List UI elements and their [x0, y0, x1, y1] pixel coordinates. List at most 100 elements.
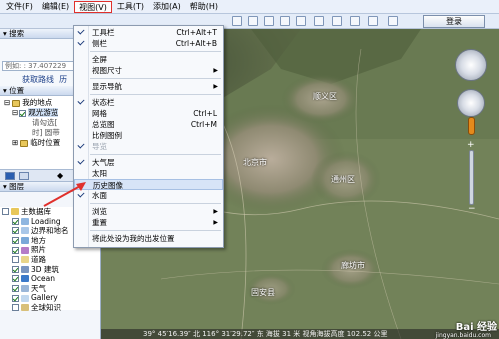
view-menu-item[interactable]: 网格 Ctrl+L [74, 108, 223, 119]
view-menu-item-label: 工具栏 [92, 28, 115, 37]
layer-checkbox[interactable] [12, 285, 19, 293]
layer-checkbox[interactable] [12, 256, 19, 264]
layer-row[interactable]: 道路 [0, 255, 100, 265]
view-menu-item-label: 浏览 [92, 207, 107, 216]
route-link[interactable]: 获取路线 历 [22, 74, 67, 85]
layer-row[interactable]: Ocean [0, 274, 100, 284]
layer-checkbox[interactable] [12, 265, 19, 273]
up-arrow-icon[interactable]: ◆ [57, 172, 67, 180]
menu-0[interactable]: 文件(F) [2, 1, 37, 13]
view-menu-item[interactable]: 工具栏 Ctrl+Alt+T [74, 27, 223, 38]
menu-3[interactable]: 工具(T) [113, 1, 148, 13]
zoom-slider[interactable] [469, 150, 474, 205]
toolbar-placemark-icon[interactable] [248, 16, 258, 26]
toolbar-hide-sidebar-icon[interactable] [232, 16, 242, 26]
layer-icon [21, 246, 29, 254]
view-menu-item[interactable]: 状态栏 [74, 97, 223, 108]
layer-row[interactable]: 全球知识 [0, 303, 100, 313]
view-menu-item[interactable]: 侧栏 Ctrl+Alt+B [74, 38, 223, 49]
view-menu-item-label: 太阳 [92, 169, 107, 178]
view-menu-item[interactable]: 太阳 [74, 168, 223, 179]
layer-icon [11, 208, 19, 216]
view-menu-item[interactable]: 视图尺寸 ▶ [74, 65, 223, 76]
layer-checkbox[interactable] [12, 294, 19, 302]
menu-2[interactable]: 视图(V) [74, 0, 112, 13]
view-menu-item[interactable]: 总览图 Ctrl+M [74, 119, 223, 130]
layer-checkbox[interactable] [2, 208, 9, 216]
street-view-pegman-icon[interactable] [468, 117, 475, 135]
toolbar-planet-icon[interactable] [368, 16, 378, 26]
toolbar-sun-icon[interactable] [350, 16, 360, 26]
menu-5[interactable]: 帮助(H) [186, 1, 222, 13]
view-menu-item-label: 比例图例 [92, 131, 122, 140]
view-menu-item-label: 将此处设为我的出发位置 [92, 234, 175, 243]
map-label-guan[interactable]: 固安县 [251, 287, 275, 298]
view-menu-item[interactable]: 浏览 ▶ [74, 206, 223, 217]
layer-row[interactable]: 天气 [0, 284, 100, 294]
menu-4[interactable]: 添加(A) [149, 1, 185, 13]
submenu-arrow-icon: ▶ [213, 208, 218, 215]
view-menu-item[interactable]: 将此处设为我的出发位置 [74, 233, 223, 244]
list-view-icon[interactable] [19, 172, 29, 180]
view-menu-item[interactable]: 显示导航 ▶ [74, 81, 223, 92]
check-icon [77, 27, 85, 35]
search-places-icon[interactable] [5, 172, 15, 180]
toolbar-overlay-icon[interactable] [296, 16, 306, 26]
toolbar-tour-icon[interactable] [314, 16, 324, 26]
menu-separator [90, 203, 221, 204]
layer-icon [21, 227, 29, 235]
map-label-beijing[interactable]: 北京市 [243, 157, 267, 168]
layer-checkbox[interactable] [12, 246, 19, 254]
menu-1[interactable]: 编辑(E) [38, 1, 73, 13]
toolbar-polygon-icon[interactable] [264, 16, 274, 26]
zoom-out-icon[interactable]: − [468, 204, 476, 214]
history-link[interactable]: 历 [59, 75, 67, 84]
view-menu-item-label: 侧栏 [92, 39, 107, 48]
menu-separator [90, 94, 221, 95]
menu-separator [90, 51, 221, 52]
layer-label: 道路 [31, 254, 46, 264]
view-menu-item[interactable]: 重置 ▶ [74, 217, 223, 228]
view-menu-item[interactable]: 历史图像 [74, 179, 223, 190]
view-menu-item-label: 水面 [92, 191, 107, 200]
view-menu-item-label: 状态栏 [92, 98, 115, 107]
map-label-langfang[interactable]: 廊坊市 [341, 260, 365, 271]
layer-checkbox[interactable] [12, 217, 19, 225]
view-menu-item-label: 全屏 [92, 55, 107, 64]
layer-label: Ocean [31, 274, 55, 284]
layer-row[interactable]: Gallery [0, 293, 100, 303]
layer-label: 全球知识 [31, 302, 61, 312]
layer-icon [21, 275, 29, 283]
view-menu-item-label: 大气层 [92, 158, 115, 167]
map-label-tongzhou[interactable]: 通州区 [331, 174, 355, 185]
check-icon [77, 38, 85, 46]
layer-checkbox[interactable] [12, 237, 19, 245]
view-menu: 工具栏 Ctrl+Alt+T 侧栏 Ctrl+Alt+B 全屏 视图尺寸 ▶ 显示导航 ▶ 状态栏… [73, 25, 224, 248]
view-menu-item[interactable]: 全屏 [74, 54, 223, 65]
menu-separator [90, 154, 221, 155]
watermark-logo: Bai 经验 [455, 322, 497, 333]
map-label-shunyi[interactable]: 顺义区 [313, 91, 337, 102]
route-label[interactable]: 获取路线 [22, 75, 54, 84]
login-button[interactable]: 登录 [423, 15, 485, 28]
view-menu-item-label: 网格 [92, 109, 107, 118]
toolbar-path-icon[interactable] [280, 16, 290, 26]
view-menu-item[interactable]: 比例图例 [74, 130, 223, 141]
toolbar-clock-icon[interactable] [332, 16, 342, 26]
layer-checkbox[interactable] [12, 275, 19, 283]
view-menu-item[interactable]: 水面 [74, 190, 223, 201]
layer-icon [21, 285, 29, 293]
shortcut-label: Ctrl+M [190, 120, 217, 129]
toolbar-ruler-icon[interactable] [388, 16, 398, 26]
move-navigation-control[interactable] [457, 89, 485, 117]
submenu-arrow-icon: ▶ [213, 219, 218, 226]
layer-row[interactable]: 3D 建筑 [0, 265, 100, 275]
zoom-in-icon[interactable]: + [467, 140, 475, 150]
layer-label: 3D 建筑 [31, 264, 59, 274]
layer-icon [21, 304, 29, 312]
layer-checkbox[interactable] [12, 227, 19, 235]
view-menu-item[interactable]: 大气层 [74, 157, 223, 168]
look-navigation-control[interactable] [455, 49, 487, 81]
layer-checkbox[interactable] [12, 304, 19, 312]
view-menu-item-label: 总览图 [92, 120, 115, 129]
